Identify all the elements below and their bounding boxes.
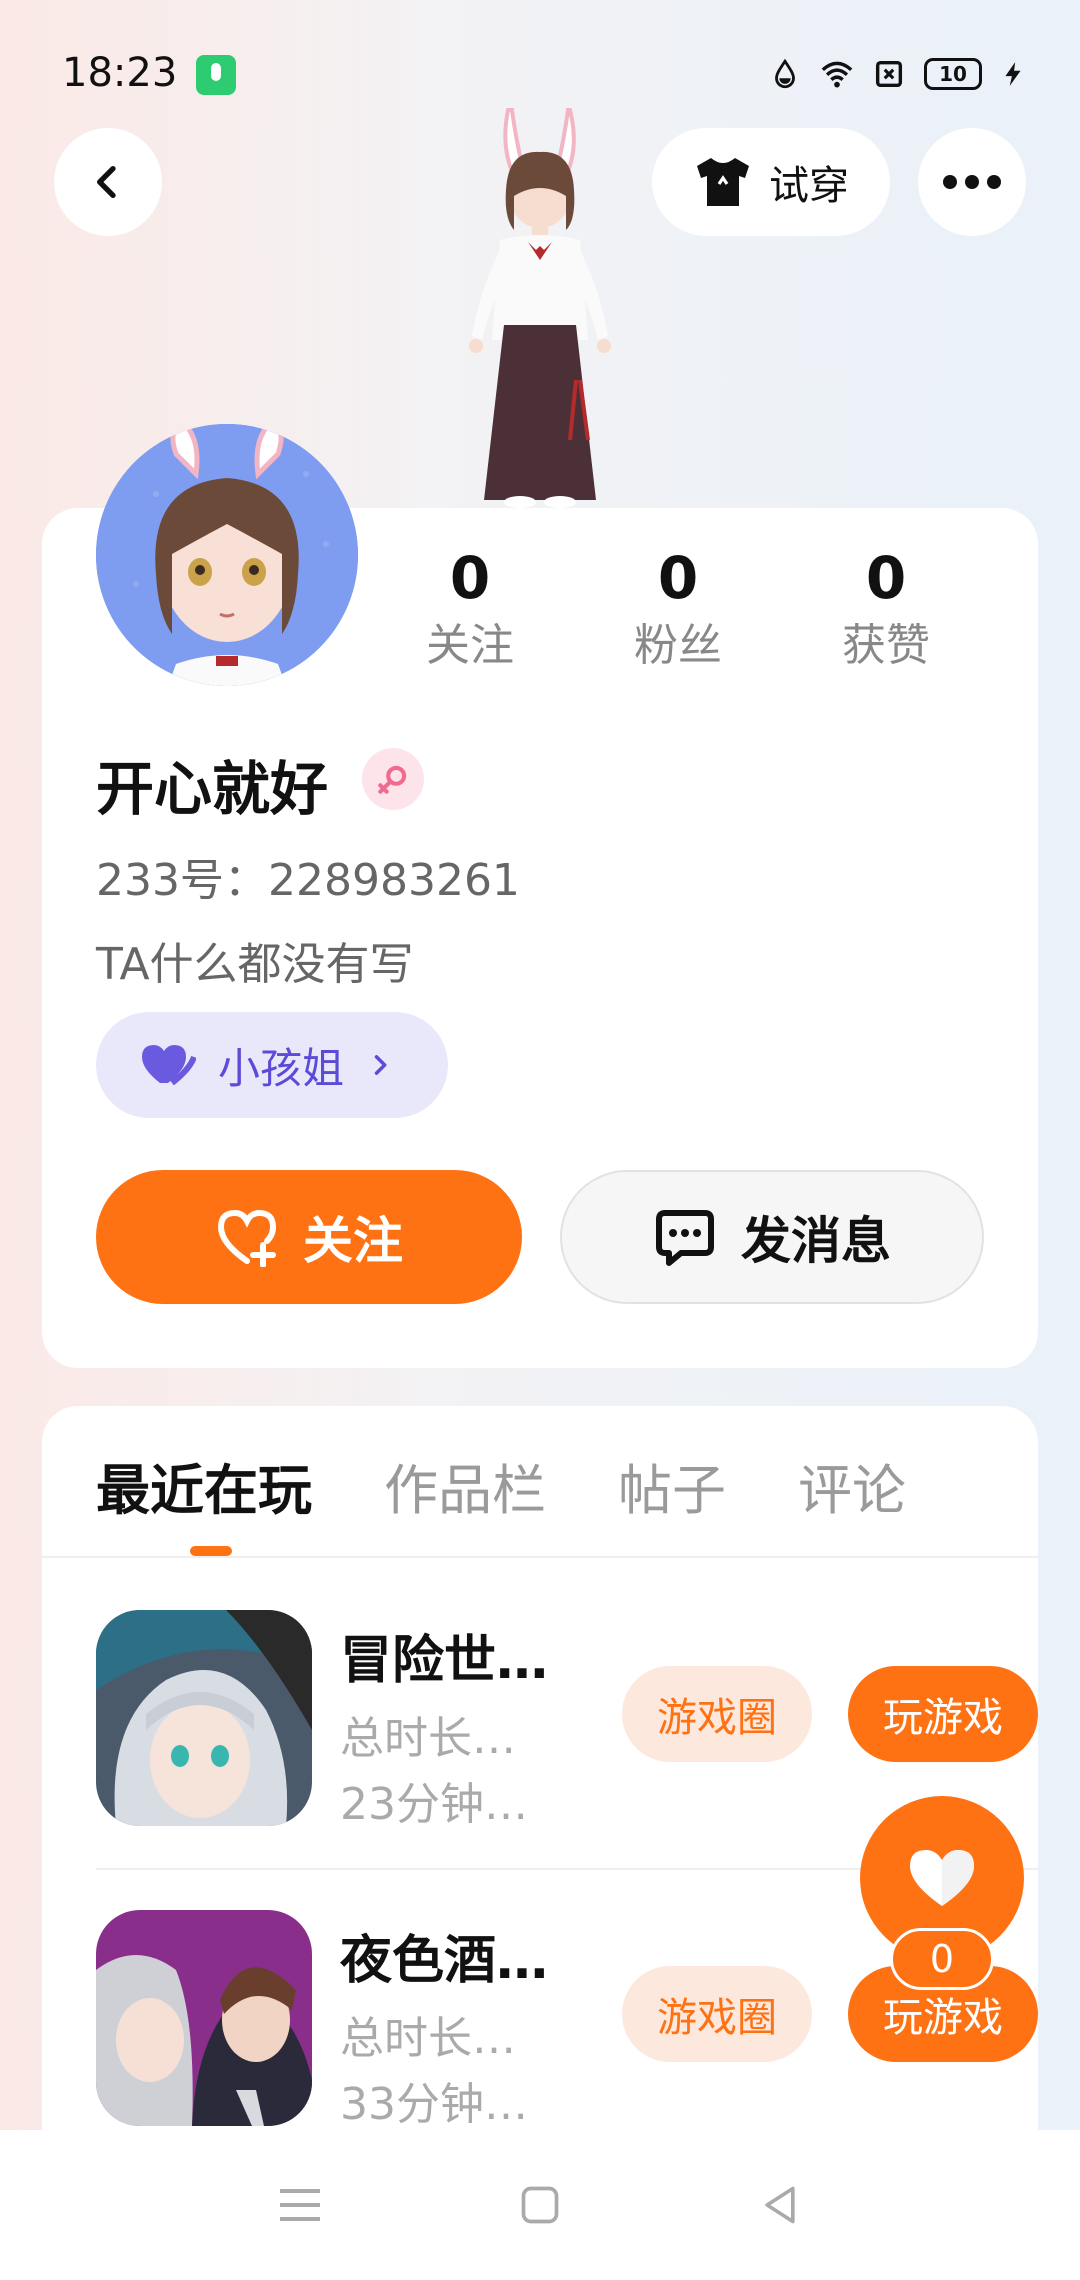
game-circle-button[interactable]: 游戏圈 <box>622 1666 812 1762</box>
battery-icon: 10 <box>924 58 982 90</box>
nav-home-button[interactable] <box>510 2175 570 2235</box>
game-icon <box>96 1910 312 2126</box>
list-item[interactable]: 夜色酒… 总时长… 33分钟… 游戏圈 玩游戏 <box>96 1910 1038 2130</box>
home-square-icon <box>521 2186 559 2224</box>
tab-comments[interactable]: 评论 <box>798 1446 906 1536</box>
female-icon <box>362 748 424 810</box>
try-on-button[interactable]: 试穿 <box>652 128 890 236</box>
nav-menu-button[interactable] <box>270 2175 330 2235</box>
stat-likes[interactable]: 0 获赞 <box>796 540 976 690</box>
more-button[interactable] <box>918 128 1026 236</box>
nickname: 开心就好 <box>96 755 329 823</box>
follow-button[interactable]: 关注 <box>96 1170 522 1304</box>
wifi-icon <box>821 61 853 88</box>
try-on-label: 试穿 <box>769 163 849 209</box>
back-triangle-icon <box>765 2186 795 2224</box>
chat-bubble-icon <box>656 1210 714 1266</box>
game-title: 冒险世… <box>340 1631 549 1691</box>
tab-indicator <box>190 1546 232 1556</box>
user-id: 233号：228983261 <box>96 855 520 906</box>
divider <box>42 1556 1038 1558</box>
stat-value: 0 <box>657 544 699 612</box>
charging-icon <box>1005 62 1021 86</box>
tab-recent-play[interactable]: 最近在玩 <box>96 1446 312 1536</box>
game-circle-button[interactable]: 游戏圈 <box>622 1966 812 2062</box>
heart-icon <box>910 1850 974 1906</box>
game-playtime-label: 总时长… <box>340 1713 516 1764</box>
stat-following[interactable]: 0 关注 <box>380 540 560 690</box>
game-title: 夜色酒… <box>340 1931 549 1991</box>
sim-icon <box>875 60 903 88</box>
stat-label: 粉丝 <box>634 620 722 671</box>
play-game-button[interactable]: 玩游戏 <box>848 1666 1038 1762</box>
games-card: 最近在玩 作品栏 帖子 评论 冒险世… 总时长… 23分钟… 游戏圈 玩游戏 夜… <box>42 1406 1038 2136</box>
avatar-image <box>96 424 358 686</box>
heart-icon <box>142 1045 196 1086</box>
tab-posts[interactable]: 帖子 <box>618 1446 726 1536</box>
list-item[interactable]: 冒险世… 总时长… 23分钟… 游戏圈 玩游戏 <box>96 1610 1038 1830</box>
chevron-left-icon <box>97 166 116 198</box>
status-icons: 10 <box>768 52 1026 96</box>
stat-followers[interactable]: 0 粉丝 <box>588 540 768 690</box>
tag-label: 小孩姐 <box>218 1043 345 1093</box>
tab-bar: 最近在玩 作品栏 帖子 评论 <box>96 1446 978 1536</box>
character-model <box>469 108 611 508</box>
menu-icon <box>280 2189 320 2221</box>
back-button[interactable] <box>54 128 162 236</box>
mic-icon <box>196 55 236 95</box>
tshirt-icon <box>697 158 749 206</box>
like-count: 0 <box>890 1928 994 1990</box>
game-playtime-value: 23分钟… <box>340 1779 528 1830</box>
message-label: 发消息 <box>741 1212 891 1270</box>
game-playtime-label: 总时长… <box>340 2013 516 2064</box>
stat-label: 关注 <box>426 620 514 671</box>
avatar[interactable] <box>96 424 358 686</box>
system-nav-bar <box>0 2130 1080 2280</box>
follow-label: 关注 <box>303 1212 403 1270</box>
game-icon <box>96 1610 312 1826</box>
tag-chip[interactable]: 小孩姐 <box>96 1012 448 1118</box>
more-dots-icon <box>943 175 1001 189</box>
bio: TA什么都没有写 <box>96 939 414 990</box>
stat-value: 0 <box>449 544 491 612</box>
game-playtime-value: 33分钟… <box>340 2079 528 2130</box>
stat-value: 0 <box>865 544 907 612</box>
stat-label: 获赞 <box>842 620 930 671</box>
message-button[interactable]: 发消息 <box>560 1170 984 1304</box>
chevron-right-icon <box>374 1055 387 1075</box>
profile-stats: 0 关注 0 粉丝 0 获赞 <box>358 540 998 690</box>
heart-plus-icon <box>217 1209 277 1267</box>
nav-back-button[interactable] <box>750 2175 810 2235</box>
status-time: 18:23 <box>62 50 178 96</box>
tab-works[interactable]: 作品栏 <box>384 1446 546 1536</box>
data-saver-icon <box>775 58 795 89</box>
